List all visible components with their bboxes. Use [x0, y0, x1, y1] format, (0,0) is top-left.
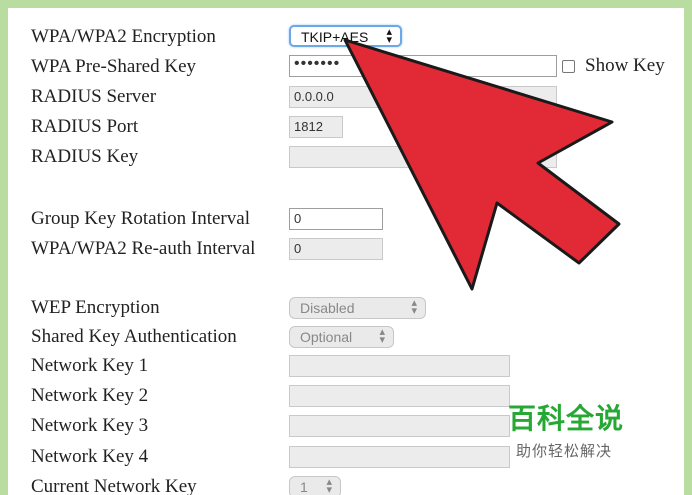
watermark-title: 百科全说 — [508, 402, 625, 435]
watermark-subtitle: 助你轻松解决 — [516, 442, 613, 460]
